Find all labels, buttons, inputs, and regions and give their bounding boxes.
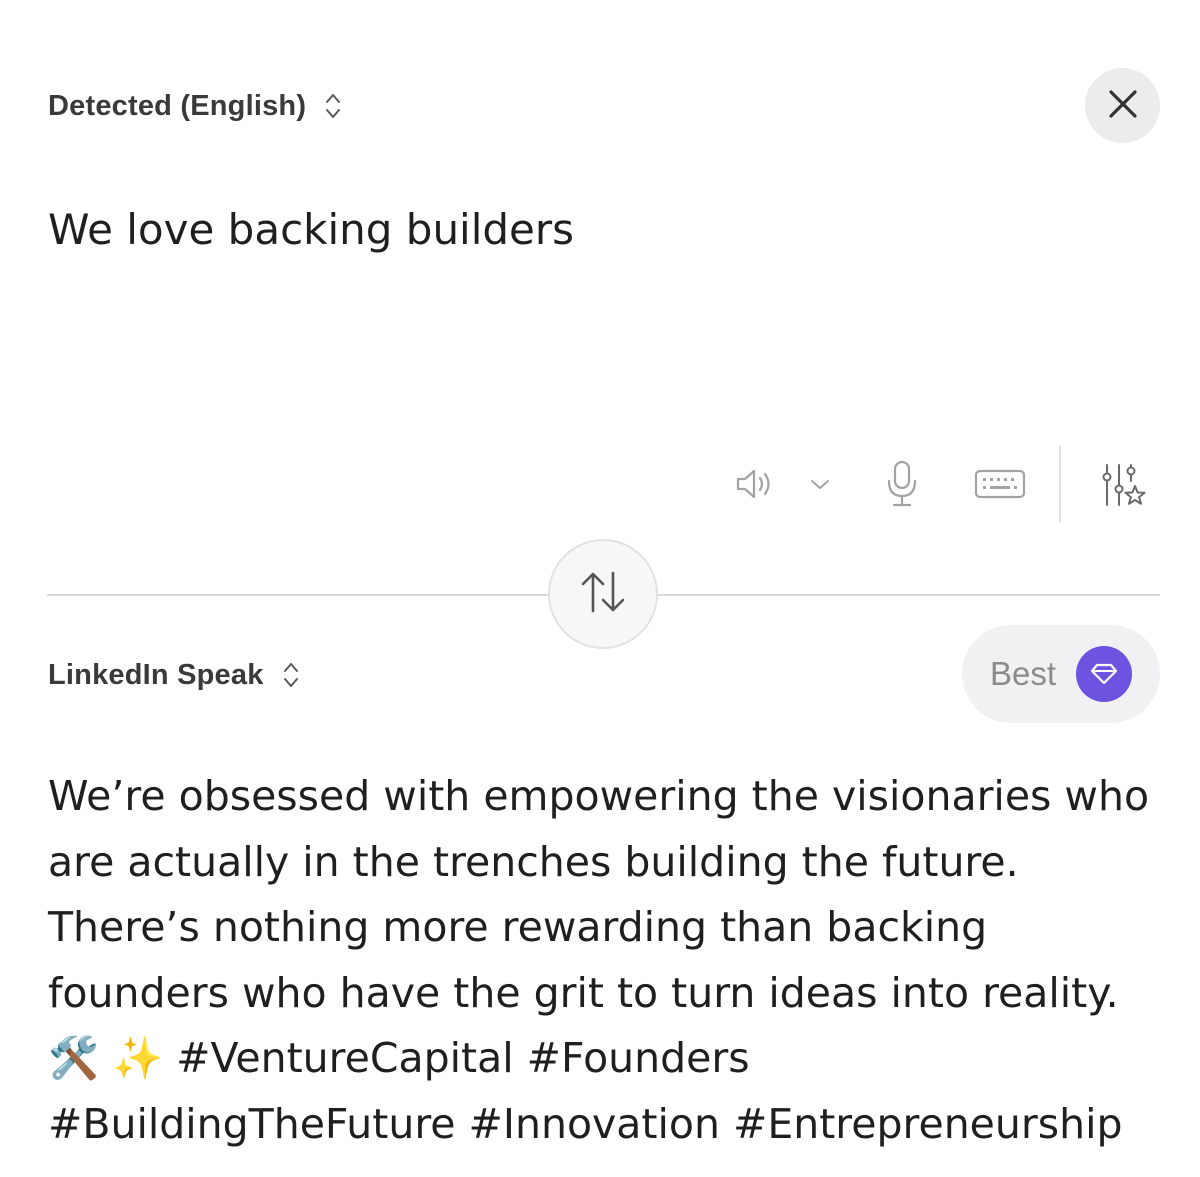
microphone-icon: [884, 459, 920, 509]
keyboard-button[interactable]: [968, 458, 1032, 510]
keyboard-icon: [974, 467, 1026, 501]
output-line: #BuildingTheFuture #Innovation #Entrepre…: [48, 1099, 1123, 1148]
quality-mode-button[interactable]: Best: [962, 625, 1160, 723]
microphone-button[interactable]: [876, 452, 928, 516]
target-language-label: LinkedIn Speak: [48, 658, 264, 691]
output-line: founders who have the grit to turn ideas…: [48, 968, 1119, 1017]
close-button[interactable]: [1085, 68, 1160, 143]
output-line: There’s nothing more rewarding than back…: [48, 903, 988, 951]
settings-button[interactable]: [1092, 456, 1152, 516]
source-text[interactable]: We love backing builders: [48, 198, 1148, 262]
speaker-button[interactable]: [728, 458, 784, 510]
output-line: are actually in the trenches building th…: [48, 837, 1019, 886]
source-language-label: Detected (English): [48, 89, 307, 122]
sliders-star-icon: [1097, 461, 1147, 511]
chevron-updown-icon: [324, 90, 342, 122]
speaker-icon: [735, 466, 777, 502]
target-language-selector[interactable]: LinkedIn Speak: [48, 652, 300, 698]
voice-dropdown-button[interactable]: [802, 466, 838, 502]
gem-icon: [1076, 646, 1133, 702]
output-line: We’re obsessed with empowering the visio…: [48, 772, 1150, 820]
output-line: 🛠️ ✨ #VentureCapital #Founders: [48, 1034, 750, 1082]
close-icon: [1107, 88, 1139, 124]
chevron-updown-icon: [282, 659, 300, 691]
swap-arrows-icon: [577, 569, 629, 619]
swap-languages-button[interactable]: [548, 539, 658, 649]
toolbar-divider: [1059, 446, 1061, 522]
translated-output: We’re obsessed with empowering the visio…: [48, 764, 1168, 1157]
quality-label: Best: [990, 655, 1057, 692]
source-language-selector[interactable]: Detected (English): [48, 84, 342, 128]
chevron-down-icon: [808, 476, 832, 492]
